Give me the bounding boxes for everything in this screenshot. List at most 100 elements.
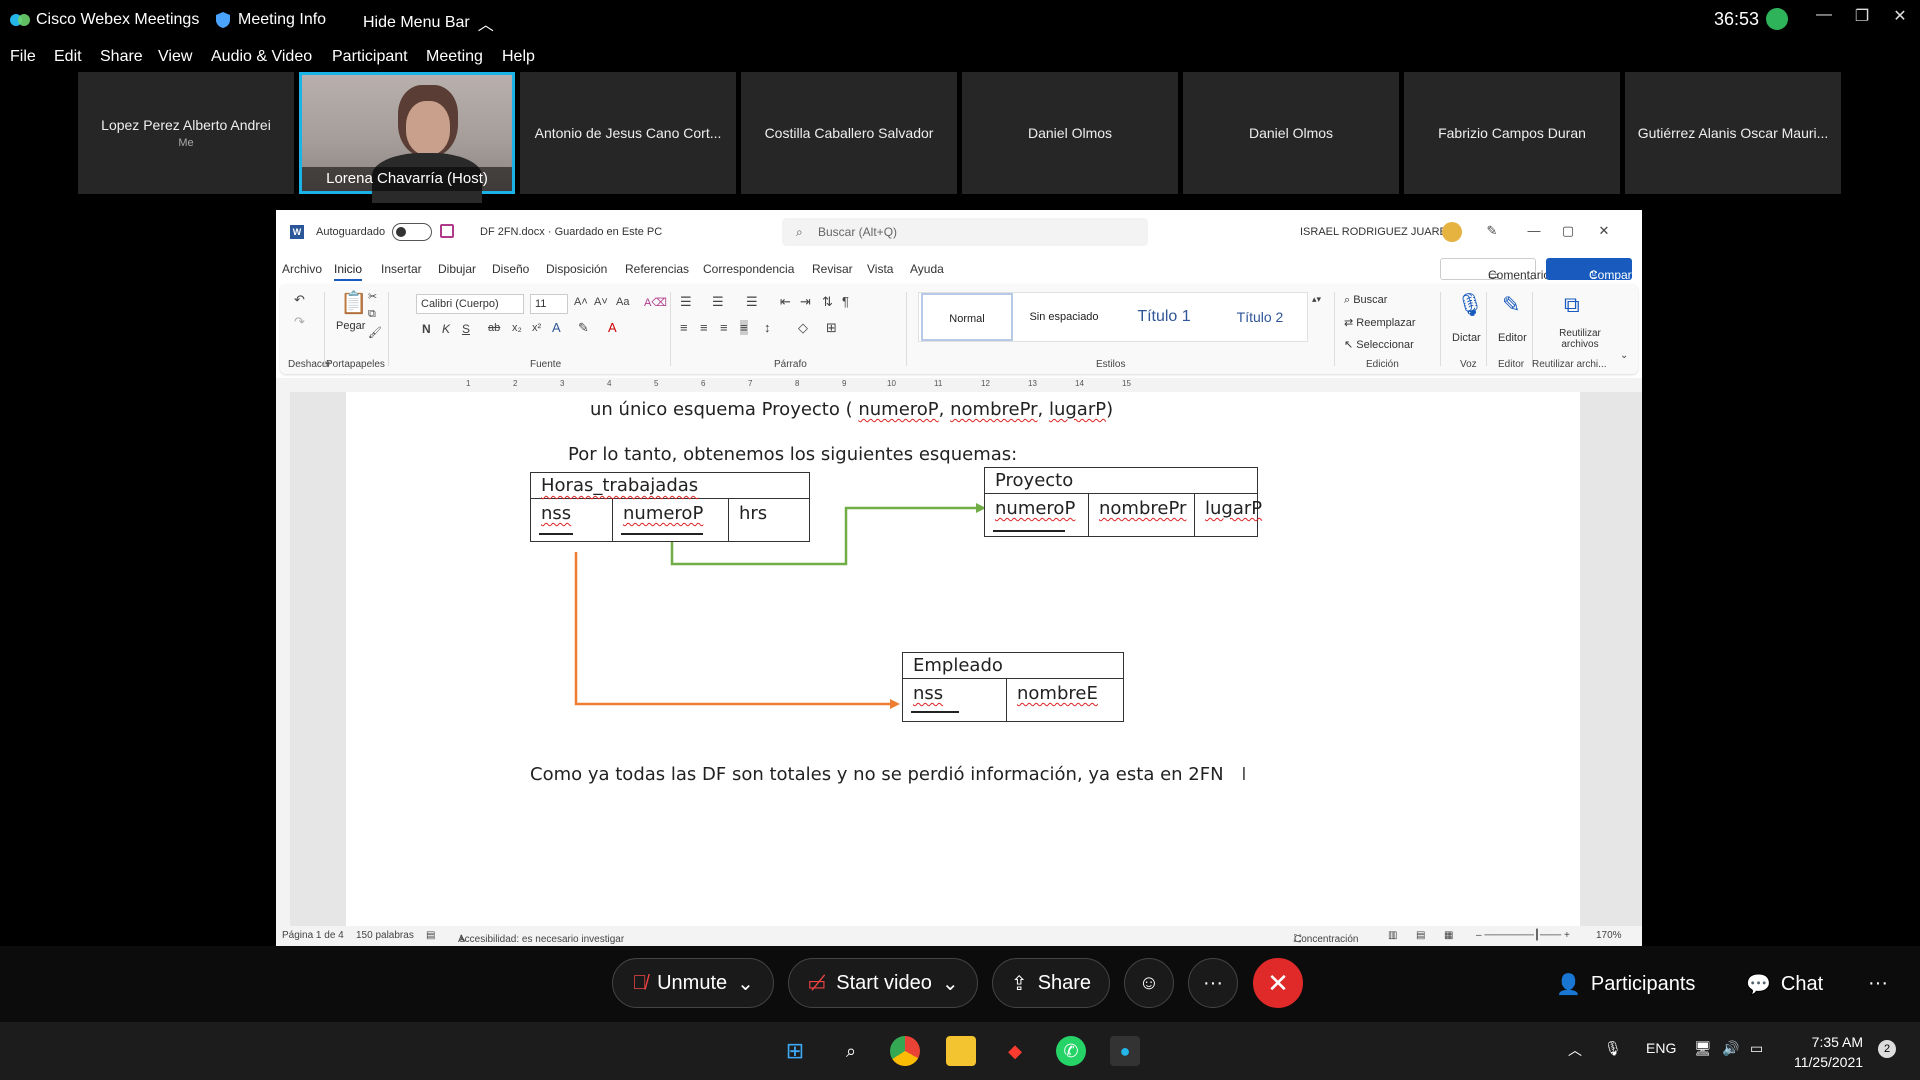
close-icon[interactable]: ✕ xyxy=(1886,6,1914,30)
close-icon[interactable]: ✕ xyxy=(1594,223,1614,239)
start-video-button[interactable]: ▭̸ Start video ⌄ xyxy=(788,958,978,1008)
chevron-down-icon[interactable]: ⌄ xyxy=(1620,350,1628,361)
page-count[interactable]: Página 1 de 4 xyxy=(282,930,344,941)
font-name-select[interactable]: Calibri (Cuerpo) xyxy=(416,294,524,314)
reactions-icon[interactable]: ☺ xyxy=(1124,958,1174,1008)
bold-icon[interactable]: N xyxy=(422,322,431,336)
decrease-indent-icon[interactable]: ⇤ xyxy=(780,294,791,310)
minimize-icon[interactable]: — xyxy=(1810,6,1838,30)
participant-tile[interactable]: Costilla Caballero Salvador xyxy=(741,72,957,194)
participants-button[interactable]: 👤 Participants xyxy=(1556,972,1695,997)
menu-meeting[interactable]: Meeting xyxy=(426,48,483,66)
participant-tile[interactable]: Antonio de Jesus Cano Cort... xyxy=(520,72,736,194)
numbering-icon[interactable]: ☰ xyxy=(712,294,724,310)
leave-meeting-button[interactable]: ✕ xyxy=(1253,958,1303,1008)
zoom-level[interactable]: 170% xyxy=(1596,930,1622,941)
multilevel-list-icon[interactable]: ☰ xyxy=(746,294,758,310)
reuse-files-icon[interactable]: ⧉ xyxy=(1564,292,1580,318)
minimize-icon[interactable]: — xyxy=(1524,223,1544,238)
participant-tile[interactable]: Gutiérrez Alanis Oscar Mauri... xyxy=(1625,72,1841,194)
restore-icon[interactable]: ▢ xyxy=(1558,223,1578,239)
style-titulo-2[interactable]: Título 2 xyxy=(1215,293,1305,341)
system-clock[interactable]: 7:35 AM 11/25/2021 xyxy=(1794,1032,1863,1072)
battery-icon[interactable]: ▭ xyxy=(1750,1040,1763,1057)
shrink-font-icon[interactable]: A˅ xyxy=(594,296,608,308)
participant-tile[interactable]: Fabrizio Campos Duran xyxy=(1404,72,1620,194)
reuse-label[interactable]: Reutilizar archivos xyxy=(1550,328,1610,350)
document-canvas[interactable]: un único esquema Proyecto ( numeroP, nom… xyxy=(290,392,1642,932)
replace-button[interactable]: ⇄ Reemplazar xyxy=(1344,316,1416,329)
user-name[interactable]: ISRAEL RODRIGUEZ JUAREZ xyxy=(1300,226,1454,238)
notification-badge[interactable]: 2 xyxy=(1878,1040,1896,1058)
style-sin-espaciado[interactable]: Sin espaciado xyxy=(1017,293,1111,341)
chevron-up-icon[interactable]: ︿ xyxy=(1568,1040,1582,1060)
microphone-tray-icon[interactable]: 🎙 xyxy=(1604,1040,1622,1057)
paste-label[interactable]: Pegar xyxy=(336,320,365,332)
read-mode-icon[interactable]: ▥ xyxy=(1388,930,1397,941)
word-search-box[interactable]: ⌕ Buscar (Alt+Q) xyxy=(782,218,1148,246)
menu-participant[interactable]: Participant xyxy=(332,48,408,66)
microphone-icon[interactable]: 🎙 xyxy=(1456,292,1484,318)
tab-insertar[interactable]: Insertar xyxy=(381,262,422,276)
tab-disposicion[interactable]: Disposición xyxy=(546,262,607,276)
tab-dibujar[interactable]: Dibujar xyxy=(438,262,476,276)
tab-referencias[interactable]: Referencias xyxy=(625,262,689,276)
italic-icon[interactable]: K xyxy=(442,322,450,336)
tab-ayuda[interactable]: Ayuda xyxy=(910,262,944,276)
menu-help[interactable]: Help xyxy=(502,48,535,66)
dictate-label[interactable]: Dictar xyxy=(1452,332,1481,344)
vertical-ruler[interactable] xyxy=(276,392,290,932)
chat-button[interactable]: 💬 Chat xyxy=(1746,972,1823,997)
tab-archivo[interactable]: Archivo xyxy=(282,262,322,276)
sort-icon[interactable]: ⇅ xyxy=(822,294,833,310)
increase-indent-icon[interactable]: ⇥ xyxy=(800,294,811,310)
web-layout-icon[interactable]: ▦ xyxy=(1444,930,1453,941)
comments-button[interactable]: ▭ Comentarios xyxy=(1440,258,1556,282)
menu-share[interactable]: Share xyxy=(100,48,143,66)
borders-icon[interactable]: ⊞ xyxy=(826,320,837,336)
text-effects-icon[interactable]: A xyxy=(552,320,561,335)
windows-start-icon[interactable]: ⊞ xyxy=(780,1036,810,1066)
menu-audio-video[interactable]: Audio & Video xyxy=(211,48,312,66)
align-left-icon[interactable]: ≡ xyxy=(680,320,688,335)
redo-icon[interactable]: ↷ xyxy=(294,314,305,330)
proofing-icon[interactable]: ▤ xyxy=(426,930,435,941)
grow-font-icon[interactable]: A˄ xyxy=(574,296,588,308)
strikethrough-icon[interactable]: ab xyxy=(488,322,500,334)
participant-tile[interactable]: Daniel Olmos xyxy=(962,72,1178,194)
webex-taskbar-icon[interactable]: ● xyxy=(1110,1036,1140,1066)
zoom-slider[interactable]: – ───────┃─── + xyxy=(1476,930,1570,941)
document-name[interactable]: DF 2FN.docx · Guardado en Este PC xyxy=(480,226,662,238)
tab-inicio[interactable]: Inicio xyxy=(334,262,363,281)
line-spacing-icon[interactable]: ↕ xyxy=(764,320,771,335)
pen-icon[interactable]: ✎ xyxy=(1482,223,1502,239)
word-count[interactable]: 150 palabras xyxy=(356,930,414,941)
share-doc-button[interactable]: ⇪ Compartir xyxy=(1546,258,1642,282)
menu-file[interactable]: File xyxy=(10,48,36,66)
highlight-icon[interactable]: ✎ xyxy=(578,320,589,336)
print-layout-icon[interactable]: ▤ xyxy=(1416,930,1425,941)
styles-scroll-icon[interactable]: ▴▾ xyxy=(1312,294,1321,305)
paste-icon[interactable]: 📋 xyxy=(340,290,367,316)
pilcrow-icon[interactable]: ¶ xyxy=(842,294,849,309)
change-case-icon[interactable]: Aa xyxy=(616,296,629,308)
save-icon[interactable] xyxy=(440,224,454,238)
bullets-icon[interactable]: ☰ xyxy=(680,294,692,310)
more-icon[interactable]: ··· xyxy=(1868,972,1888,995)
font-size-select[interactable]: 11 xyxy=(530,294,568,314)
tab-correspondencia[interactable]: Correspondencia xyxy=(703,262,794,276)
editor-icon[interactable]: ✎ xyxy=(1502,292,1520,318)
underline-icon[interactable]: S xyxy=(462,322,470,336)
align-right-icon[interactable]: ≡ xyxy=(720,320,728,335)
restore-icon[interactable]: ❐ xyxy=(1848,6,1876,30)
select-button[interactable]: ↖ Seleccionar xyxy=(1344,338,1414,351)
network-icon[interactable]: 🖥 xyxy=(1694,1040,1712,1057)
font-color-icon[interactable]: A xyxy=(608,320,617,335)
more-options-icon[interactable]: ··· xyxy=(1188,958,1238,1008)
autosave-toggle[interactable] xyxy=(392,223,432,241)
copy-icon[interactable]: ⧉ xyxy=(368,308,376,321)
unmute-button[interactable]: 🎙̸ Unmute ⌄ xyxy=(612,958,774,1008)
hide-menu-bar-button[interactable]: Hide Menu Bar ︿ xyxy=(363,11,494,35)
horizontal-ruler[interactable]: 1 2 3 4 5 6 7 8 9 10 11 12 13 14 15 xyxy=(276,378,1642,392)
whatsapp-icon[interactable]: ✆ xyxy=(1056,1036,1086,1066)
